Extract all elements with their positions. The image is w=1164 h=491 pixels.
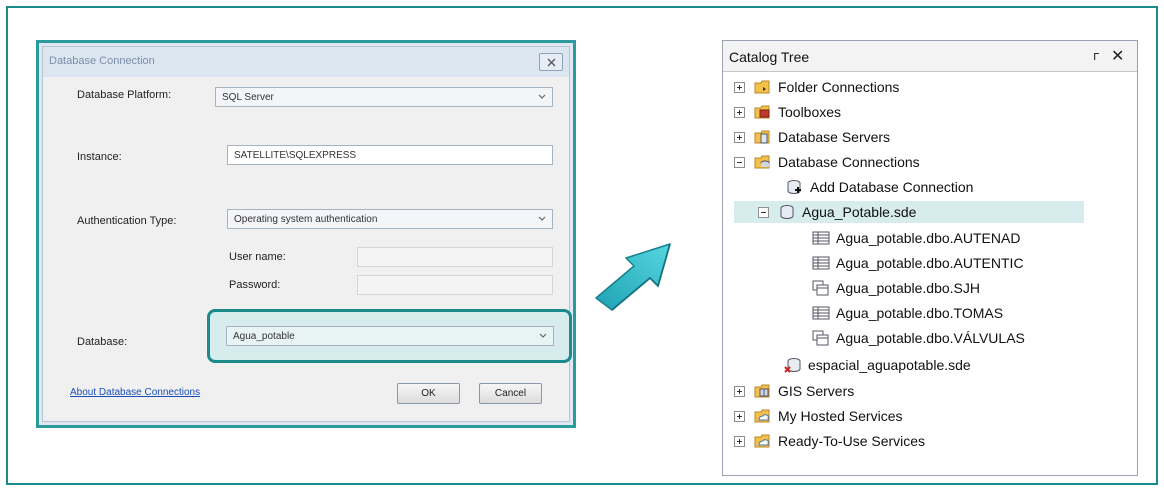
gis-servers-icon (754, 383, 772, 399)
tree-item-label: Agua_Potable.sde (802, 204, 917, 220)
tree-item-label: GIS Servers (778, 383, 855, 399)
tree-item-ready-to-use-services[interactable]: Ready-To-Use Services (734, 430, 925, 452)
chevron-down-icon (538, 94, 546, 99)
expand-icon[interactable] (734, 81, 745, 93)
tree-item-espacial-aguapotable-sde[interactable]: espacial_aguapotable.sde (784, 354, 971, 376)
table-icon (812, 230, 830, 246)
tree-item-label: Agua_potable.dbo.TOMAS (836, 305, 1004, 321)
tree-item-label: Agua_potable.dbo.VÁLVULAS (836, 330, 1025, 346)
chevron-down-icon (539, 333, 547, 338)
collapse-icon[interactable] (758, 206, 769, 218)
table-icon (812, 255, 830, 271)
feature-class-icon (812, 280, 830, 296)
tree-item-label: Agua_potable.dbo.SJH (836, 280, 980, 296)
instance-input[interactable]: SATELLITE\SQLEXPRESS (227, 145, 553, 165)
collapse-icon[interactable] (734, 156, 745, 168)
password-label: Password: (229, 279, 281, 291)
password-input[interactable] (357, 275, 553, 295)
database-connection-dialog: Database Connection Database Platform: S… (36, 40, 576, 428)
tree-item-my-hosted-services[interactable]: My Hosted Services (734, 405, 902, 427)
auth-type-label: Authentication Type: (77, 215, 177, 227)
instance-label: Instance: (77, 151, 122, 163)
expand-icon[interactable] (734, 385, 745, 397)
close-icon[interactable]: ✕ (1111, 46, 1124, 65)
database-icon (778, 204, 796, 220)
tree-item-label: My Hosted Services (778, 408, 903, 424)
cancel-button[interactable]: Cancel (479, 383, 542, 404)
table-icon (812, 305, 830, 321)
platform-label: Database Platform: (77, 89, 172, 101)
tree-item-folder-connections[interactable]: Folder Connections (734, 76, 899, 98)
tree-item-valvulas[interactable]: Agua_potable.dbo.VÁLVULAS (812, 327, 1025, 349)
username-label: User name: (229, 251, 286, 263)
tree-item-label: Toolboxes (778, 104, 842, 120)
ready-services-icon (754, 433, 772, 449)
about-database-connections-link[interactable]: About Database Connections (70, 387, 200, 398)
catalog-header: Catalog Tree ᴦ ✕ (723, 41, 1137, 72)
database-connections-icon (754, 154, 772, 170)
folder-connections-icon (754, 79, 772, 95)
tree-item-label: Database Connections (778, 154, 920, 170)
database-servers-icon (754, 129, 772, 145)
auth-type-value: Operating system authentication (234, 214, 378, 225)
database-label: Database: (77, 336, 128, 348)
tree-item-database-servers[interactable]: Database Servers (734, 126, 890, 148)
expand-icon[interactable] (734, 106, 745, 118)
auth-type-select[interactable]: Operating system authentication (227, 209, 553, 229)
tree-item-label: Ready-To-Use Services (778, 433, 926, 449)
catalog-title: Catalog Tree (729, 49, 810, 65)
tree-item-label: Database Servers (778, 129, 891, 145)
dialog-title: Database Connection (49, 55, 155, 67)
platform-select[interactable]: SQL Server (215, 87, 553, 107)
toolbox-icon (754, 104, 772, 120)
expand-icon[interactable] (734, 435, 745, 447)
tree-item-label: espacial_aguapotable.sde (808, 357, 971, 373)
tree-item-label: Agua_potable.dbo.AUTENTIC (836, 255, 1024, 271)
platform-value: SQL Server (222, 92, 274, 103)
database-field-highlight: Agua_potable (207, 309, 572, 363)
tree-item-label: Folder Connections (778, 79, 900, 95)
database-select[interactable]: Agua_potable (226, 326, 554, 346)
close-icon (547, 58, 555, 66)
database-value: Agua_potable (233, 331, 295, 342)
pin-icon[interactable]: ᴦ (1093, 49, 1100, 63)
database-error-icon (784, 357, 802, 373)
chevron-down-icon (538, 216, 546, 221)
tree-item-autentic[interactable]: Agua_potable.dbo.AUTENTIC (812, 252, 1024, 274)
dialog-titlebar: Database Connection (43, 47, 569, 77)
tree-item-add-database-connection[interactable]: Add Database Connection (786, 176, 973, 198)
tree-item-label: Agua_potable.dbo.AUTENAD (836, 230, 1021, 246)
instance-value: SATELLITE\SQLEXPRESS (234, 150, 357, 161)
tree-item-database-connections[interactable]: Database Connections (734, 151, 920, 173)
expand-icon[interactable] (734, 410, 745, 422)
tree-item-label: Add Database Connection (810, 179, 974, 195)
tree-item-autenad[interactable]: Agua_potable.dbo.AUTENAD (812, 227, 1020, 249)
tree-item-gis-servers[interactable]: GIS Servers (734, 380, 854, 402)
ok-button[interactable]: OK (397, 383, 460, 404)
hosted-services-icon (754, 408, 772, 424)
tree-item-tomas[interactable]: Agua_potable.dbo.TOMAS (812, 302, 1003, 324)
tree-item-toolboxes[interactable]: Toolboxes (734, 101, 841, 123)
arrow-icon (595, 243, 671, 311)
tree-item-sjh[interactable]: Agua_potable.dbo.SJH (812, 277, 980, 299)
tree-item-agua-potable-sde[interactable]: Agua_Potable.sde (734, 201, 1084, 223)
add-database-connection-icon (786, 179, 804, 195)
dialog-close-button[interactable] (539, 53, 563, 71)
username-input[interactable] (357, 247, 553, 267)
expand-icon[interactable] (734, 131, 745, 143)
feature-class-icon (812, 330, 830, 346)
